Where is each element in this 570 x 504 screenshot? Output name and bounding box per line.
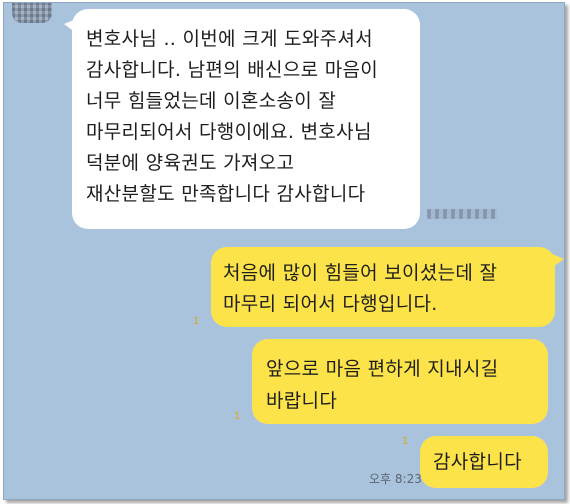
unread-count: 1 <box>402 436 409 447</box>
unread-count: 1 <box>234 411 241 422</box>
message-timestamp: 오후 8:23 <box>369 472 422 486</box>
sender-avatar[interactable] <box>12 3 52 23</box>
message-line: 덕분에 양육권도 가져오고 <box>86 152 295 174</box>
sent-message-bubble[interactable]: 앞으로 마음 편하게 지내시길 바랍니다 <box>252 339 548 424</box>
sent-message-bubble[interactable]: 처음에 많이 힘들어 보이셨는데 잘 마무리 되어서 다행입니다. <box>211 247 564 327</box>
chat-window: 변호사님 .. 이번에 크게 도와주셔서 감사합니다. 남편의 배신으로 마음이… <box>3 2 565 500</box>
message-line: 재산분할도 만족합니다 감사합니다 <box>86 183 366 205</box>
received-message-bubble[interactable]: 변호사님 .. 이번에 크게 도와주셔서 감사합니다. 남편의 배신으로 마음이… <box>64 9 420 229</box>
message-line: 너무 힘들었는데 이혼소송이 잘 <box>86 90 337 112</box>
message-line: 감사합니다 <box>433 451 522 473</box>
message-line: 바랍니다 <box>266 390 338 412</box>
message-line: 감사합니다. 남편의 배신으로 마음이 <box>86 59 379 81</box>
message-line: 변호사님 .. 이번에 크게 도와주셔서 <box>86 28 373 50</box>
message-line: 앞으로 마음 편하게 지내시길 <box>266 358 499 380</box>
message-line: 마무리되어서 다행이에요. 변호사님 <box>86 121 372 143</box>
message-line: 마무리 되어서 다행입니다. <box>223 293 438 315</box>
message-line: 처음에 많이 힘들어 보이셨는데 잘 <box>223 262 498 284</box>
unread-count: 1 <box>193 316 200 327</box>
received-timestamp <box>427 209 497 219</box>
sent-message-bubble[interactable]: 감사합니다 <box>420 436 548 488</box>
